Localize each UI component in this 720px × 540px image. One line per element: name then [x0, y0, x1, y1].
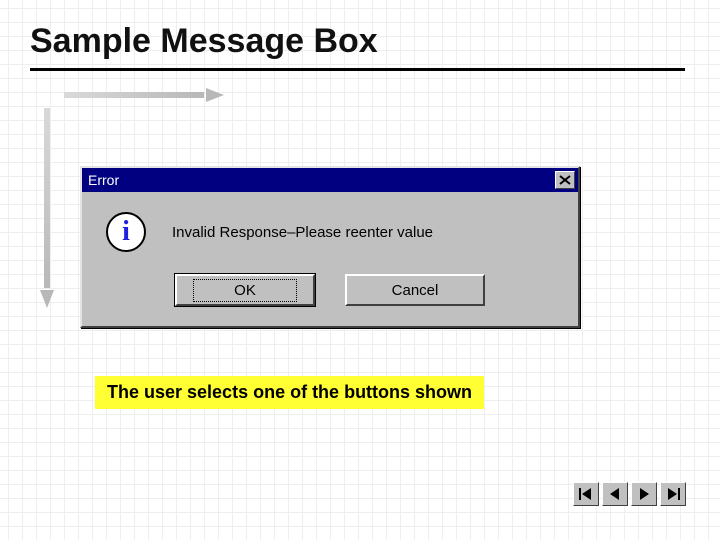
nav-prev-button[interactable]	[602, 482, 628, 506]
ok-button[interactable]: OK	[175, 274, 315, 306]
slide-caption: The user selects one of the buttons show…	[95, 376, 484, 409]
next-icon	[638, 488, 650, 500]
nav-next-button[interactable]	[631, 482, 657, 506]
title-underline	[30, 68, 685, 71]
nav-last-button[interactable]	[660, 482, 686, 506]
info-icon: i	[106, 212, 146, 252]
prev-icon	[609, 488, 621, 500]
cancel-button-label: Cancel	[392, 282, 439, 299]
nav-first-button[interactable]	[573, 482, 599, 506]
first-icon	[579, 488, 593, 500]
dialog-message: Invalid Response–Please reenter value	[172, 224, 433, 241]
close-icon	[559, 175, 571, 185]
ok-button-label: OK	[193, 279, 297, 302]
last-icon	[666, 488, 680, 500]
slide-title: Sample Message Box	[30, 22, 378, 61]
decorative-arrow-horizontal	[64, 88, 224, 102]
decorative-arrow-vertical	[40, 108, 54, 308]
slide-nav	[573, 482, 686, 506]
dialog-titlebar: Error	[82, 168, 578, 192]
dialog-title: Error	[88, 172, 555, 188]
dialog-button-row: OK Cancel	[82, 262, 578, 326]
cancel-button[interactable]: Cancel	[345, 274, 485, 306]
dialog-body: i Invalid Response–Please reenter value	[82, 192, 578, 262]
close-button[interactable]	[555, 171, 575, 189]
message-box-dialog: Error i Invalid Response–Please reenter …	[80, 166, 580, 328]
